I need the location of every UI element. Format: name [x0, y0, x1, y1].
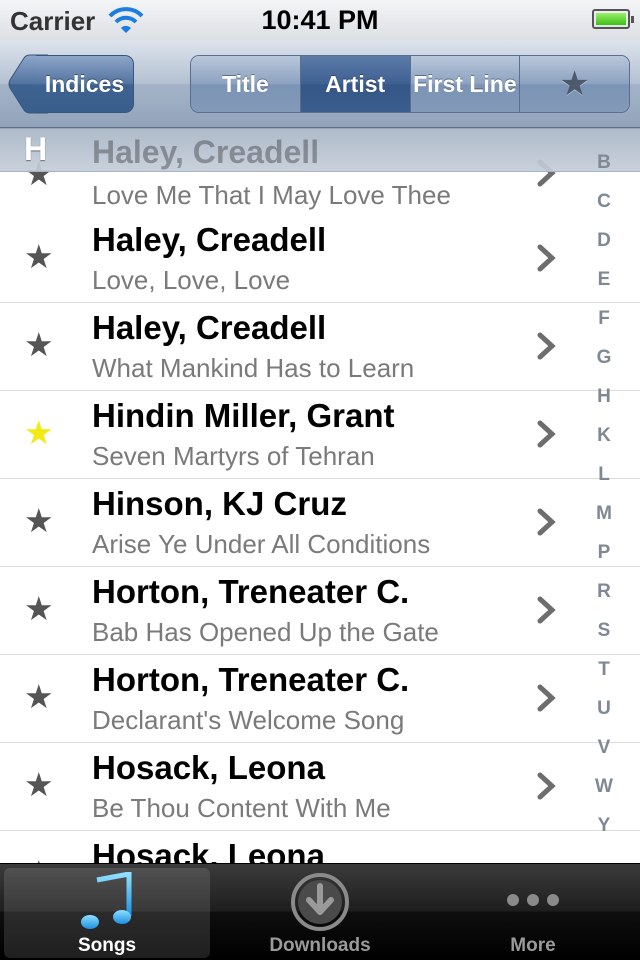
star-icon[interactable]: ★: [24, 853, 54, 863]
artist-name: Haley, Creadell: [92, 221, 327, 258]
artist-name: Hindin Miller, Grant: [92, 397, 395, 434]
index-letter[interactable]: B: [584, 152, 624, 174]
segment-artist[interactable]: Artist: [300, 56, 411, 112]
index-letter[interactable]: U: [584, 698, 624, 720]
song-list: ★ Love Me That I May Love Thee ★ Haley, …: [0, 128, 640, 863]
star-icon[interactable]: ★: [24, 765, 54, 805]
index-letter[interactable]: V: [584, 737, 624, 759]
section-letter: H: [24, 131, 48, 167]
song-title: Declarant's Welcome Song: [92, 705, 405, 735]
star-favorite-icon[interactable]: ★: [24, 413, 54, 453]
song-title: What Mankind Has to Learn: [92, 353, 415, 383]
index-letter[interactable]: L: [584, 464, 624, 486]
list-item[interactable]: ★ Hinson, KJ Cruz Arise Ye Under All Con…: [0, 479, 640, 567]
artist-name: Hosack, Leona: [92, 749, 325, 786]
song-title: Love, Love, Love: [92, 265, 291, 295]
list-item[interactable]: ★ Haley, Creadell What Mankind Has to Le…: [0, 303, 640, 391]
battery-icon: [592, 9, 634, 29]
artist-name: Haley, Creadell: [92, 309, 327, 346]
chevron-right-icon: [537, 508, 556, 536]
star-icon[interactable]: ★: [24, 677, 54, 717]
index-letter[interactable]: P: [584, 542, 624, 564]
index-letter[interactable]: R: [584, 581, 624, 603]
status-bar: Carrier 10:41 PM: [0, 0, 640, 40]
sort-segmented-control: Title Artist First Line ★: [190, 55, 630, 113]
tab-songs[interactable]: Songs: [4, 868, 210, 958]
index-letter[interactable]: W: [584, 776, 624, 798]
index-bar[interactable]: B C D E F G H K L M P R S T U V W Y: [584, 148, 624, 848]
tab-more-label: More: [510, 935, 556, 956]
list-item[interactable]: ★ Haley, Creadell Love, Love, Love: [0, 215, 640, 303]
index-letter[interactable]: K: [584, 425, 624, 447]
tab-downloads[interactable]: Downloads: [217, 868, 423, 958]
index-letter[interactable]: M: [584, 503, 624, 525]
navigation-bar: Indices Title Artist First Line ★: [0, 40, 640, 128]
list-item[interactable]: ★ Hosack, Leona Be Thou Content With Me: [0, 743, 640, 831]
music-note-icon: [81, 872, 132, 929]
list-item[interactable]: ★ Hindin Miller, Grant Seven Martyrs of …: [0, 391, 640, 479]
segment-first-line[interactable]: First Line: [410, 56, 521, 112]
more-dots-icon: [507, 894, 559, 906]
artist-name: Hosack, Leona: [92, 837, 325, 863]
index-letter[interactable]: D: [584, 230, 624, 252]
star-icon[interactable]: ★: [24, 589, 54, 629]
download-icon: [291, 873, 349, 931]
index-letter[interactable]: E: [584, 269, 624, 291]
index-letter[interactable]: F: [584, 308, 624, 330]
back-button[interactable]: Indices: [36, 55, 134, 113]
song-title: Seven Martyrs of Tehran: [92, 441, 375, 471]
index-letter[interactable]: C: [584, 191, 624, 213]
artist-name: Horton, Treneater C.: [92, 573, 410, 610]
song-title: Arise Ye Under All Conditions: [92, 529, 431, 559]
index-letter[interactable]: H: [584, 386, 624, 408]
section-header: Haley, Creadell H: [0, 128, 640, 172]
index-letter[interactable]: T: [584, 659, 624, 681]
tab-bar: Songs Downloads More: [0, 863, 640, 960]
segment-favorites-star-icon[interactable]: ★: [520, 56, 629, 112]
chevron-right-icon: [537, 596, 556, 624]
segment-title[interactable]: Title: [191, 56, 301, 112]
index-letter[interactable]: S: [584, 620, 624, 642]
tab-songs-label: Songs: [77, 935, 137, 956]
index-letter[interactable]: G: [584, 347, 624, 369]
clock: 10:41 PM: [261, 5, 379, 35]
star-icon[interactable]: ★: [24, 237, 54, 277]
artist-name: Horton, Treneater C.: [92, 661, 410, 698]
chevron-right-icon: [537, 244, 556, 272]
song-title: Bab Has Opened Up the Gate: [92, 617, 439, 647]
chevron-right-icon: [537, 772, 556, 800]
artist-name: Hinson, KJ Cruz: [92, 485, 347, 522]
section-header-ghost-title: Haley, Creadell: [92, 134, 320, 170]
song-title: Love Me That I May Love Thee: [92, 180, 451, 210]
tab-more[interactable]: More: [430, 868, 636, 958]
song-title: Be Thou Content With Me: [92, 793, 391, 823]
list-item[interactable]: ★ Horton, Treneater C. Declarant's Welco…: [0, 655, 640, 743]
chevron-right-icon: [537, 420, 556, 448]
chevron-right-icon: [537, 684, 556, 712]
index-letter[interactable]: Y: [584, 815, 624, 837]
tab-downloads-label: Downloads: [269, 935, 371, 956]
list-item[interactable]: ★ Hosack, Leona: [0, 831, 640, 863]
star-icon[interactable]: ★: [24, 501, 54, 541]
list-item[interactable]: ★ Horton, Treneater C. Bab Has Opened Up…: [0, 567, 640, 655]
star-icon[interactable]: ★: [24, 325, 54, 365]
chevron-right-icon: [537, 332, 556, 360]
